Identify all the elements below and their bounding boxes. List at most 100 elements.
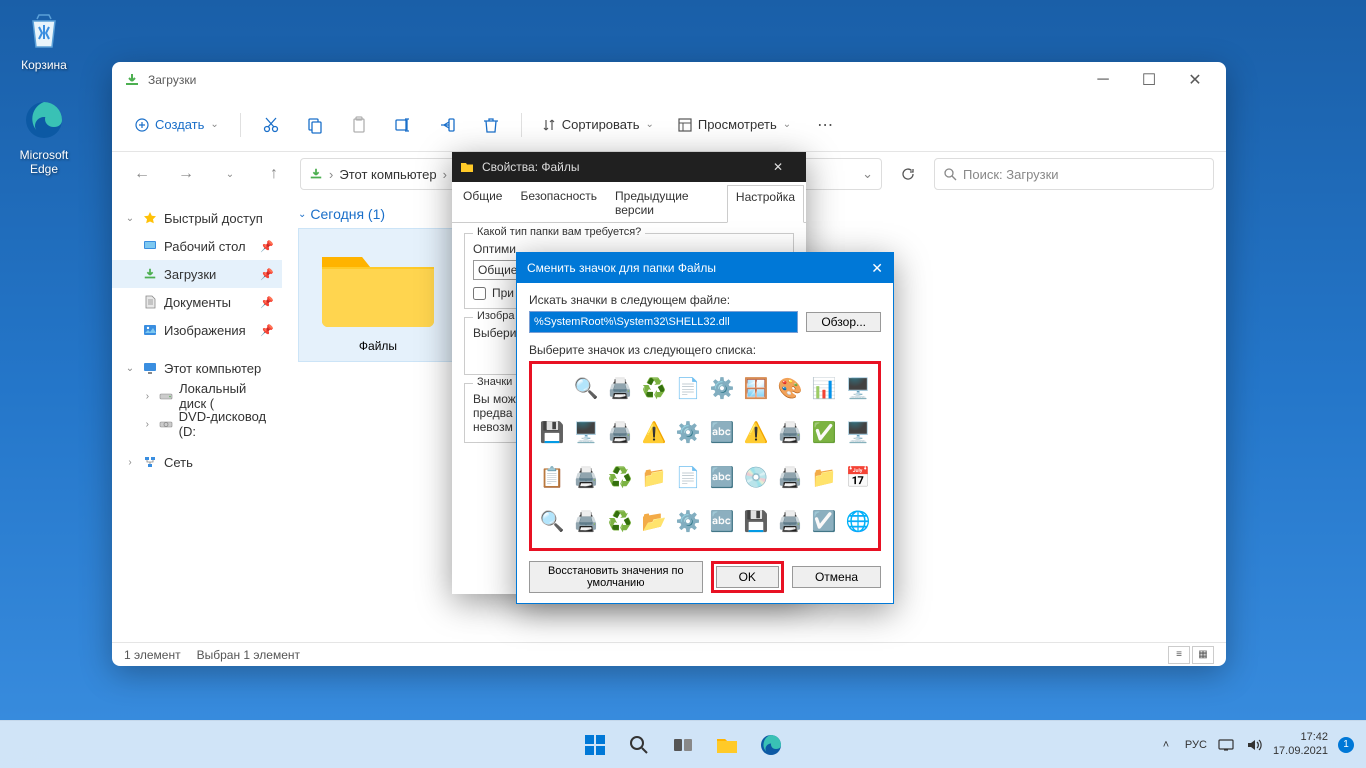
tab-customize[interactable]: Настройка	[727, 185, 804, 223]
icon-option[interactable]: 🖨️	[774, 413, 806, 453]
properties-titlebar: Свойства: Файлы ✕	[452, 152, 806, 182]
icon-option[interactable]: 🔤	[706, 502, 738, 542]
icon-option[interactable]: 📄	[672, 457, 704, 497]
icon-option[interactable]: 🖨️	[570, 457, 602, 497]
icon-option[interactable]: ☑️	[808, 502, 840, 542]
desktop-edge[interactable]: Microsoft Edge	[6, 96, 82, 176]
icon-option[interactable]: 💿	[740, 457, 772, 497]
icon-option[interactable]: ⚠️	[740, 413, 772, 453]
maximize-button[interactable]: ☐	[1126, 64, 1172, 96]
icon-option[interactable]: 🖨️	[604, 368, 636, 408]
icon-option[interactable]: 💾	[740, 502, 772, 542]
tab-previous[interactable]: Предыдущие версии	[606, 184, 727, 222]
cut-button[interactable]	[251, 107, 291, 143]
restore-defaults-button[interactable]: Восстановить значения по умолчанию	[529, 561, 703, 593]
close-button[interactable]: ✕	[871, 260, 883, 277]
cancel-button[interactable]: Отмена	[792, 566, 881, 588]
browse-button[interactable]: Обзор...	[806, 312, 881, 332]
icon-option[interactable]: 🪟	[740, 368, 772, 408]
close-button[interactable]: ✕	[758, 160, 798, 174]
icon-option[interactable]	[536, 368, 568, 408]
forward-button[interactable]: →	[168, 158, 204, 190]
delete-button[interactable]	[471, 107, 511, 143]
icon-option[interactable]: 🎨	[774, 368, 806, 408]
icon-option[interactable]: 🖥️	[570, 413, 602, 453]
tab-security[interactable]: Безопасность	[511, 184, 606, 222]
icon-option[interactable]: ♻️	[638, 368, 670, 408]
sidebar-network[interactable]: › Сеть	[112, 448, 282, 476]
volume-icon[interactable]	[1245, 736, 1263, 754]
icon-option[interactable]: 🖨️	[774, 457, 806, 497]
chevron-down-icon[interactable]: ⌄	[862, 166, 873, 182]
icon-option[interactable]: 🔤	[706, 457, 738, 497]
ok-button[interactable]: OK	[716, 566, 779, 588]
icon-option[interactable]: 🖨️	[604, 413, 636, 453]
taskview-button[interactable]	[663, 725, 703, 765]
search-button[interactable]	[619, 725, 659, 765]
icon-option[interactable]: 📁	[808, 457, 840, 497]
details-view-button[interactable]: ≡	[1168, 646, 1190, 664]
icon-option[interactable]: 📅	[842, 457, 874, 497]
icon-option[interactable]: 🔍	[570, 368, 602, 408]
close-button[interactable]: ✕	[1172, 64, 1218, 96]
sidebar-dvd[interactable]: › DVD-дисковод (D:	[112, 410, 282, 438]
minimize-button[interactable]: ─	[1080, 64, 1126, 96]
icon-option[interactable]: ♻️	[604, 502, 636, 542]
icon-option[interactable]: 🌐	[842, 502, 874, 542]
breadcrumb-pc[interactable]: Этот компьютер	[339, 167, 436, 182]
icon-option[interactable]: 🖥️	[842, 413, 874, 453]
share-button[interactable]	[427, 107, 467, 143]
tray-chevron[interactable]: ˄	[1157, 736, 1175, 754]
sort-button[interactable]: Сортировать ⌄	[532, 111, 664, 138]
sidebar-quick-access[interactable]: ⌄ Быстрый доступ	[112, 204, 282, 232]
clock[interactable]: 17:42 17.09.2021	[1273, 731, 1328, 757]
more-button[interactable]: ⋯	[805, 107, 845, 143]
icon-option[interactable]: 🔍	[536, 502, 568, 542]
back-button[interactable]: ←	[124, 158, 160, 190]
search-icon	[943, 167, 957, 181]
sidebar-documents[interactable]: Документы 📌	[112, 288, 282, 316]
network-icon[interactable]	[1217, 736, 1235, 754]
copy-button[interactable]	[295, 107, 335, 143]
icon-option[interactable]: 📄	[672, 368, 704, 408]
icon-option[interactable]: 🖨️	[570, 502, 602, 542]
icon-option[interactable]: 📊	[808, 368, 840, 408]
sidebar-downloads[interactable]: Загрузки 📌	[112, 260, 282, 288]
edge-taskbar[interactable]	[751, 725, 791, 765]
explorer-taskbar[interactable]	[707, 725, 747, 765]
star-icon	[142, 210, 158, 226]
icon-option[interactable]: 📁	[638, 457, 670, 497]
notification-badge[interactable]: 1	[1338, 737, 1354, 753]
icon-option[interactable]: ⚙️	[672, 413, 704, 453]
icon-option[interactable]: 📋	[536, 457, 568, 497]
icons-view-button[interactable]: ▦	[1192, 646, 1214, 664]
icon-path-input[interactable]: %SystemRoot%\System32\SHELL32.dll	[529, 311, 798, 333]
refresh-button[interactable]	[890, 158, 926, 190]
up-button[interactable]: ↑	[256, 158, 292, 190]
icon-option[interactable]: 💾	[536, 413, 568, 453]
rename-button[interactable]	[383, 107, 423, 143]
language-indicator[interactable]: РУС	[1185, 739, 1207, 751]
create-button[interactable]: Создать ⌄	[124, 110, 230, 139]
sidebar-local-disk[interactable]: › Локальный диск (	[112, 382, 282, 410]
icon-option[interactable]: ♻️	[604, 457, 636, 497]
apply-checkbox[interactable]	[473, 287, 486, 300]
desktop-recycle-bin[interactable]: Корзина	[6, 6, 82, 72]
folder-item[interactable]: Файлы	[298, 228, 458, 362]
icon-option[interactable]: ⚙️	[706, 368, 738, 408]
sidebar-this-pc[interactable]: ⌄ Этот компьютер	[112, 354, 282, 382]
search-input[interactable]: Поиск: Загрузки	[934, 158, 1214, 190]
view-button[interactable]: Просмотреть ⌄	[668, 111, 801, 138]
icon-option[interactable]: ⚠️	[638, 413, 670, 453]
recent-button[interactable]: ⌄	[212, 158, 248, 190]
icon-option[interactable]: ✅	[808, 413, 840, 453]
icon-option[interactable]: 🖥️	[842, 368, 874, 408]
sidebar-desktop[interactable]: Рабочий стол 📌	[112, 232, 282, 260]
tab-general[interactable]: Общие	[454, 184, 511, 222]
icon-option[interactable]: 🔤	[706, 413, 738, 453]
sidebar-pictures[interactable]: Изображения 📌	[112, 316, 282, 344]
icon-option[interactable]: 📂	[638, 502, 670, 542]
start-button[interactable]	[575, 725, 615, 765]
icon-option[interactable]: ⚙️	[672, 502, 704, 542]
icon-option[interactable]: 🖨️	[774, 502, 806, 542]
